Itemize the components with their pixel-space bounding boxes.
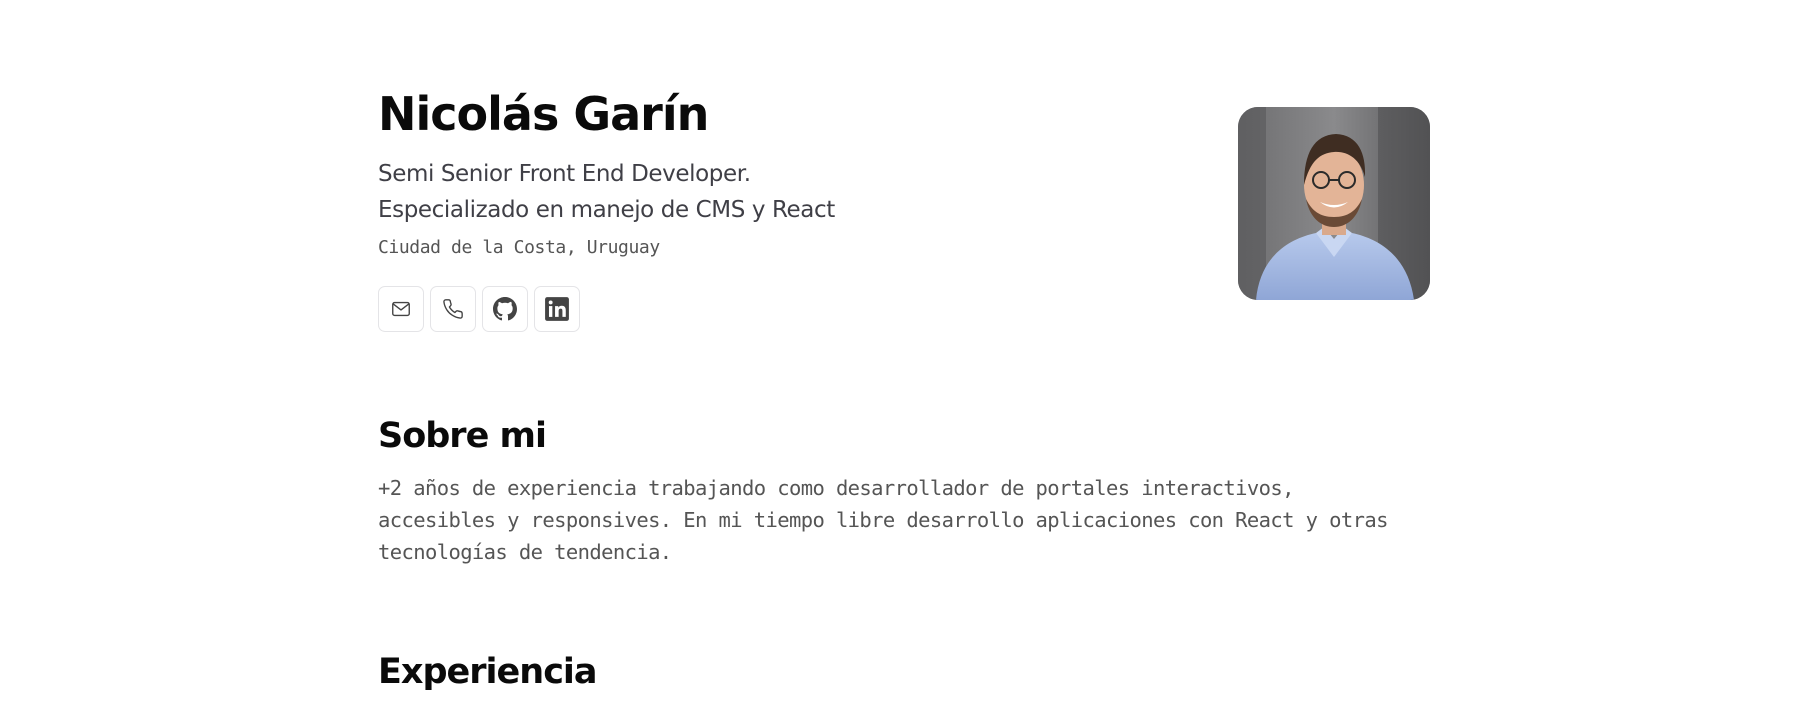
social-links <box>378 286 580 332</box>
email-button[interactable] <box>378 286 424 332</box>
linkedin-button[interactable] <box>534 286 580 332</box>
mail-icon <box>392 301 410 317</box>
github-icon <box>493 297 517 321</box>
linkedin-icon <box>545 297 569 321</box>
about-heading: Sobre mi <box>378 416 547 456</box>
phone-button[interactable] <box>430 286 476 332</box>
profile-tagline: Semi Senior Front End Developer. Especia… <box>378 156 835 228</box>
profile-photo-image <box>1238 107 1430 300</box>
profile-header: Nicolás Garín Semi Senior Front End Deve… <box>378 0 1430 360</box>
tagline-line-1: Semi Senior Front End Developer. <box>378 161 751 187</box>
profile-name: Nicolás Garín <box>378 87 709 141</box>
cv-page: Nicolás Garín Semi Senior Front End Deve… <box>378 0 1430 717</box>
profile-photo <box>1238 107 1430 300</box>
experience-heading: Experiencia <box>378 652 598 692</box>
profile-location: Ciudad de la Costa, Uruguay <box>378 237 660 258</box>
tagline-line-2: Especializado en manejo de CMS y React <box>378 197 835 223</box>
phone-icon <box>443 299 463 319</box>
github-button[interactable] <box>482 286 528 332</box>
about-description: +2 años de experiencia trabajando como d… <box>378 476 1388 564</box>
